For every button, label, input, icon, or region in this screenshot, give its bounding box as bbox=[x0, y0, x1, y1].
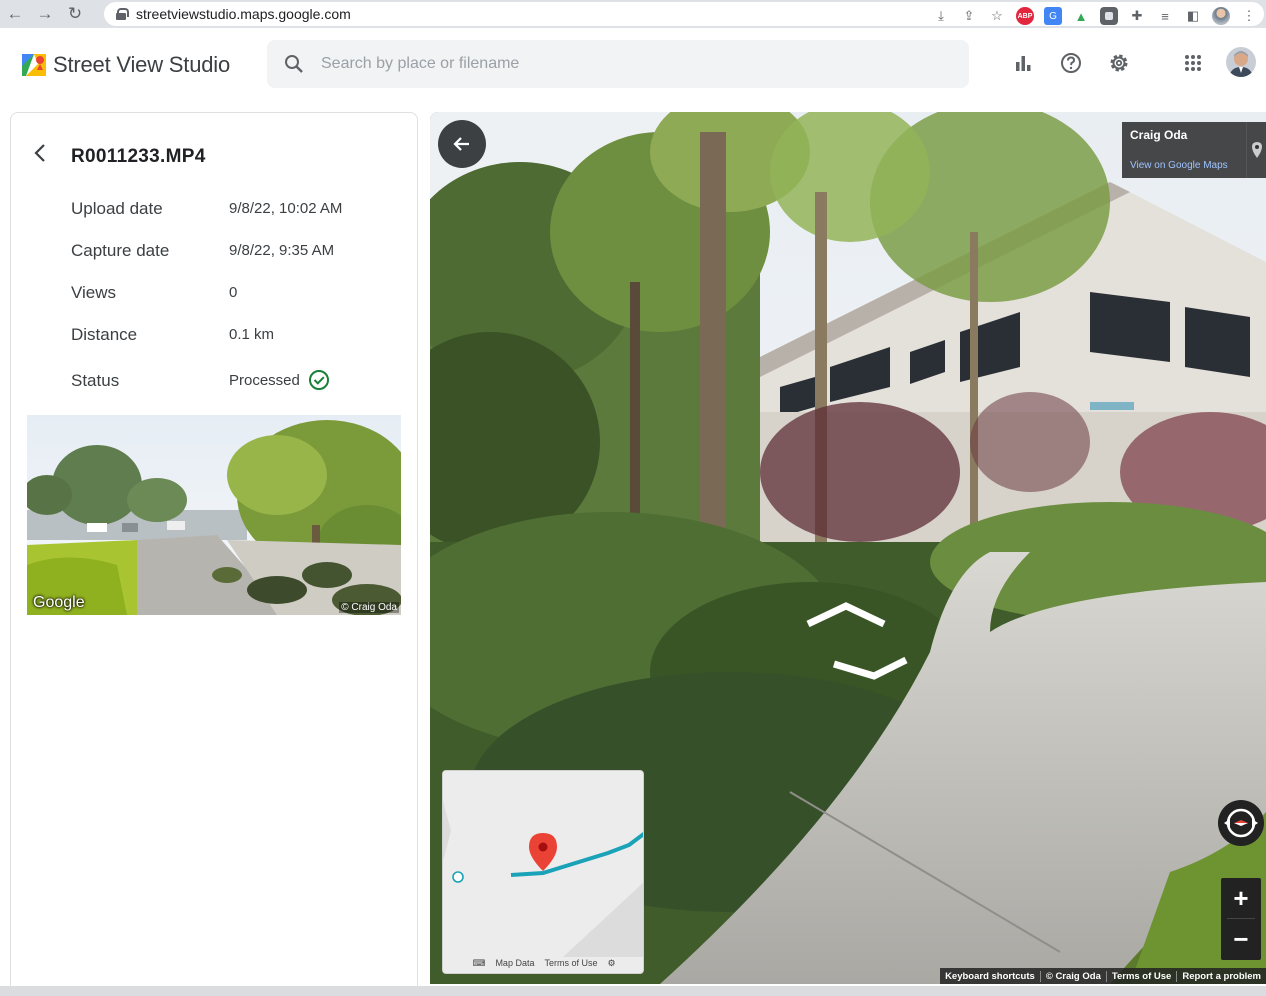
status-text: Processed bbox=[229, 371, 300, 389]
imagery-copyright: © Craig Oda bbox=[1039, 970, 1106, 982]
app-header: Street View Studio bbox=[0, 30, 1266, 96]
search-icon[interactable] bbox=[267, 54, 321, 74]
location-pin-icon bbox=[1251, 142, 1262, 158]
owner-name[interactable]: Craig Oda bbox=[1130, 128, 1187, 142]
terms-of-use-link[interactable]: Terms of Use bbox=[1105, 970, 1176, 982]
info-label: Distance bbox=[71, 325, 138, 344]
side-panel-icon[interactable]: ◧ bbox=[1184, 7, 1202, 25]
map-settings-icon[interactable]: ⚙ bbox=[607, 958, 615, 969]
account-avatar[interactable] bbox=[1226, 47, 1256, 77]
zoom-out-button[interactable]: − bbox=[1221, 919, 1261, 959]
map-terms-link[interactable]: Terms of Use bbox=[544, 958, 597, 968]
browser-forward-icon[interactable]: → bbox=[30, 0, 60, 28]
browser-reload-icon[interactable]: ↻ bbox=[60, 0, 90, 28]
view-on-google-maps-link[interactable]: View on Google Maps bbox=[1130, 160, 1228, 171]
info-value: 9/8/22, 10:02 AM bbox=[229, 200, 343, 217]
arrow-left-icon bbox=[453, 137, 469, 151]
mini-map-footer: ⌨ Map Data Terms of Use ⚙ bbox=[443, 953, 643, 973]
street-view-viewer[interactable]: Craig Oda View on Google Maps ⌨ Map Data… bbox=[430, 112, 1266, 984]
mini-map[interactable]: ⌨ Map Data Terms of Use ⚙ bbox=[442, 770, 644, 974]
install-app-icon[interactable]: ⤓ bbox=[932, 7, 950, 25]
url-text[interactable]: streetviewstudio.maps.google.com bbox=[136, 6, 351, 22]
navigate-backward-arrow-icon[interactable] bbox=[830, 656, 910, 682]
adblock-icon[interactable]: ABP bbox=[1016, 7, 1034, 25]
mini-map-canvas[interactable] bbox=[443, 771, 644, 957]
info-row-distance: Distance 0.1 km bbox=[71, 325, 401, 349]
info-value: 9/8/22, 9:35 AM bbox=[229, 242, 335, 259]
app-title[interactable]: Street View Studio bbox=[53, 52, 230, 78]
info-label: Views bbox=[71, 283, 117, 302]
google-watermark: Google bbox=[33, 594, 85, 611]
browser-menu-icon[interactable]: ⋮ bbox=[1240, 7, 1258, 25]
zoom-control: + − bbox=[1221, 878, 1261, 960]
extensions: ⤓ ⇪ ☆ ABP G ▲ ✚ ≡ ◧ ⋮ bbox=[932, 5, 1258, 27]
browser-back-icon[interactable]: ← bbox=[0, 0, 30, 28]
apps-grid-icon[interactable] bbox=[1180, 50, 1206, 76]
translate-icon[interactable]: G bbox=[1044, 7, 1062, 25]
street-view-footer: Keyboard shortcuts © Craig Oda Terms of … bbox=[940, 968, 1266, 984]
status-value: Processed bbox=[229, 369, 330, 391]
help-icon[interactable] bbox=[1058, 50, 1084, 76]
navigate-forward-arrow-icon[interactable] bbox=[804, 600, 888, 630]
extension-square-icon[interactable] bbox=[1100, 7, 1118, 25]
map-data-link[interactable]: Map Data bbox=[495, 958, 534, 968]
lock-icon bbox=[116, 8, 129, 20]
back-arrow-icon[interactable] bbox=[29, 141, 53, 165]
thumbnail-copyright: © Craig Oda bbox=[339, 602, 399, 613]
bookmark-star-icon[interactable]: ☆ bbox=[988, 7, 1006, 25]
compass-control[interactable] bbox=[1218, 800, 1264, 846]
settings-icon[interactable] bbox=[1106, 50, 1132, 76]
extension-leaf-icon[interactable]: ▲ bbox=[1072, 7, 1090, 25]
location-pin-button[interactable] bbox=[1246, 122, 1266, 178]
compass-icon bbox=[1224, 808, 1258, 838]
info-row-status: Status Processed bbox=[71, 369, 401, 395]
info-label: Upload date bbox=[71, 199, 163, 218]
extensions-puzzle-icon[interactable]: ✚ bbox=[1128, 7, 1146, 25]
info-row-capture-date: Capture date 9/8/22, 9:35 AM bbox=[71, 241, 401, 265]
info-value: 0.1 km bbox=[229, 326, 275, 343]
share-icon[interactable]: ⇪ bbox=[960, 7, 978, 25]
info-label: Status bbox=[71, 371, 120, 390]
browser-toolbar: ← → ↻ streetviewstudio.maps.google.com ⤓… bbox=[0, 0, 1266, 28]
info-label: Capture date bbox=[71, 241, 170, 260]
bar-chart-icon[interactable] bbox=[1010, 50, 1036, 76]
file-details-panel: R0011233.MP4 Upload date 9/8/22, 10:02 A… bbox=[10, 112, 418, 992]
info-value: 0 bbox=[229, 284, 238, 301]
keyboard-icon[interactable]: ⌨ bbox=[472, 958, 485, 969]
zoom-in-button[interactable]: + bbox=[1221, 878, 1261, 918]
file-title: R0011233.MP4 bbox=[71, 146, 206, 167]
profile-avatar-icon[interactable] bbox=[1212, 7, 1230, 25]
reading-list-icon[interactable]: ≡ bbox=[1156, 7, 1174, 25]
address-bar[interactable]: streetviewstudio.maps.google.com ⤓ ⇪ ☆ A… bbox=[104, 2, 1264, 26]
panorama-thumbnail[interactable]: Google © Craig Oda bbox=[27, 415, 401, 615]
thumbnail-image bbox=[27, 415, 401, 615]
taskbar-strip bbox=[0, 986, 1266, 996]
search-bar[interactable] bbox=[267, 40, 969, 88]
info-row-views: Views 0 bbox=[71, 283, 401, 307]
owner-info-box: Craig Oda View on Google Maps bbox=[1122, 122, 1246, 178]
street-view-studio-logo[interactable] bbox=[20, 50, 48, 78]
keyboard-shortcuts-link[interactable]: Keyboard shortcuts bbox=[940, 971, 1040, 982]
report-problem-link[interactable]: Report a problem bbox=[1176, 970, 1266, 982]
info-row-upload-date: Upload date 9/8/22, 10:02 AM bbox=[71, 199, 401, 223]
exit-viewer-button[interactable] bbox=[438, 120, 486, 168]
check-circle-icon bbox=[308, 370, 329, 390]
search-input[interactable] bbox=[321, 55, 921, 73]
